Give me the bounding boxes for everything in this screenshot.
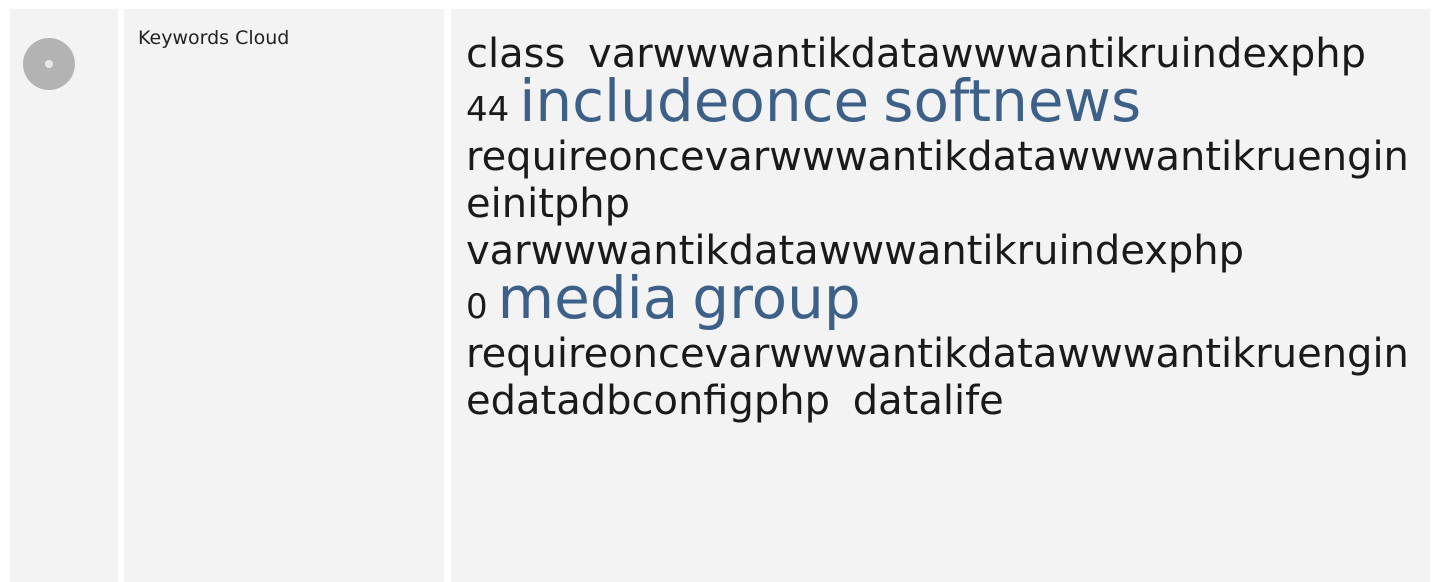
keyword-highlight[interactable]: includeonce: [519, 67, 869, 135]
keywords-cloud: class varwwwantikdatawwwantikruindexphp …: [466, 31, 1421, 425]
section-label: Keywords Cloud: [138, 27, 290, 49]
keyword: 0: [466, 287, 488, 327]
keyword-highlight[interactable]: media: [498, 264, 679, 332]
content-column: class varwwwantikdatawwwantikruindexphp …: [451, 9, 1430, 582]
keyword: 44: [466, 90, 510, 130]
label-column: Keywords Cloud: [124, 9, 444, 582]
keyword: datalife: [852, 378, 1004, 424]
keywords-cloud-row: Keywords Cloud class varwwwantikdatawwwa…: [10, 9, 1430, 582]
keyword: requireoncevarwwwantikdatawwwantikruengi…: [466, 134, 1409, 227]
keyword-highlight[interactable]: group: [692, 264, 860, 332]
status-circle-icon: [23, 38, 75, 90]
keyword-highlight[interactable]: softnews: [883, 67, 1141, 135]
icon-column: [10, 9, 118, 582]
